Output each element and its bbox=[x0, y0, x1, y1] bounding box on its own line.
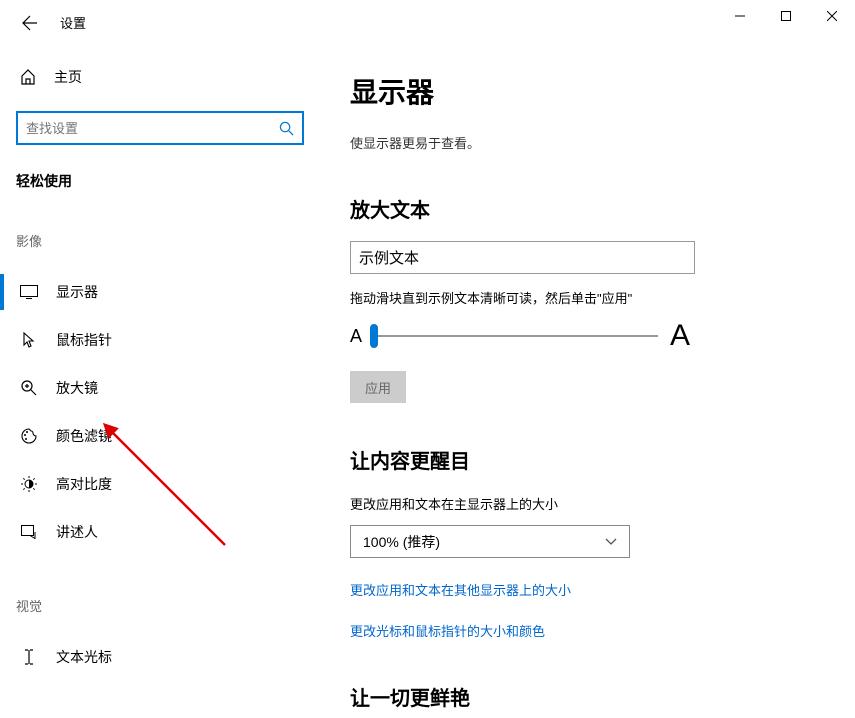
sidebar: 主页 轻松使用 影像 显示器 鼠标指针 放大镜 颜色滤镜 bbox=[0, 45, 320, 718]
nav-display[interactable]: 显示器 bbox=[0, 268, 320, 316]
arrow-left-icon bbox=[22, 15, 38, 31]
text-size-slider[interactable] bbox=[374, 335, 658, 337]
nav-color-filter[interactable]: 颜色滤镜 bbox=[0, 412, 320, 460]
section-vision-label: 视觉 bbox=[16, 596, 304, 615]
monitor-icon bbox=[20, 285, 38, 299]
search-icon bbox=[279, 121, 294, 136]
page-subtitle: 使显示器更易于查看。 bbox=[350, 133, 825, 152]
nav-label: 讲述人 bbox=[56, 522, 98, 542]
sample-text-box: 示例文本 bbox=[350, 241, 695, 274]
nav-label: 高对比度 bbox=[56, 474, 112, 494]
chevron-down-icon bbox=[605, 538, 617, 546]
maximize-icon bbox=[781, 11, 791, 21]
other-displays-link[interactable]: 更改应用和文本在其他显示器上的大小 bbox=[350, 580, 825, 599]
main-content: 显示器 使显示器更易于查看。 放大文本 示例文本 拖动滑块直到示例文本清晰可读，… bbox=[320, 45, 855, 718]
minimize-button[interactable] bbox=[717, 0, 763, 32]
nav-high-contrast[interactable]: 高对比度 bbox=[0, 460, 320, 508]
nav-label: 显示器 bbox=[56, 282, 98, 302]
nav-label: 颜色滤镜 bbox=[56, 426, 112, 446]
big-a-icon: A bbox=[670, 319, 690, 353]
window-title: 设置 bbox=[60, 13, 86, 32]
contrast-icon bbox=[21, 476, 37, 492]
dropdown-value: 100% (推荐) bbox=[363, 532, 440, 552]
home-icon bbox=[20, 69, 36, 85]
text-cursor-icon bbox=[23, 649, 35, 665]
maximize-button[interactable] bbox=[763, 0, 809, 32]
palette-icon bbox=[21, 428, 37, 444]
small-a-icon: A bbox=[350, 326, 362, 347]
magnifier-icon bbox=[21, 380, 37, 396]
search-input[interactable] bbox=[26, 121, 279, 136]
nav-label: 鼠标指针 bbox=[56, 330, 112, 350]
minimize-icon bbox=[735, 11, 745, 21]
nav-magnifier[interactable]: 放大镜 bbox=[0, 364, 320, 412]
cursor-size-link[interactable]: 更改光标和鼠标指针的大小和颜色 bbox=[350, 621, 825, 640]
vivid-heading: 让一切更鲜艳 bbox=[350, 682, 825, 711]
home-label: 主页 bbox=[54, 67, 82, 87]
nav-text-cursor[interactable]: 文本光标 bbox=[0, 633, 320, 681]
scale-label: 更改应用和文本在主显示器上的大小 bbox=[350, 494, 825, 513]
search-box[interactable] bbox=[16, 111, 304, 145]
enlarge-text-heading: 放大文本 bbox=[350, 194, 825, 223]
scale-dropdown[interactable]: 100% (推荐) bbox=[350, 525, 630, 558]
slider-instruction: 拖动滑块直到示例文本清晰可读，然后单击"应用" bbox=[350, 288, 825, 307]
page-title: 显示器 bbox=[350, 71, 825, 111]
cursor-icon bbox=[22, 332, 36, 348]
close-button[interactable] bbox=[809, 0, 855, 32]
nav-narrator[interactable]: 讲述人 bbox=[0, 508, 320, 556]
apply-button[interactable]: 应用 bbox=[350, 371, 406, 403]
close-icon bbox=[827, 11, 837, 21]
nav-label: 文本光标 bbox=[56, 647, 112, 667]
category-title: 轻松使用 bbox=[16, 171, 304, 191]
section-video-label: 影像 bbox=[16, 231, 304, 250]
narrator-icon bbox=[21, 525, 37, 539]
home-nav[interactable]: 主页 bbox=[16, 55, 304, 99]
back-button[interactable] bbox=[10, 3, 50, 43]
slider-thumb[interactable] bbox=[370, 324, 378, 348]
prominent-heading: 让内容更醒目 bbox=[350, 445, 825, 474]
nav-mouse[interactable]: 鼠标指针 bbox=[0, 316, 320, 364]
nav-label: 放大镜 bbox=[56, 378, 98, 398]
